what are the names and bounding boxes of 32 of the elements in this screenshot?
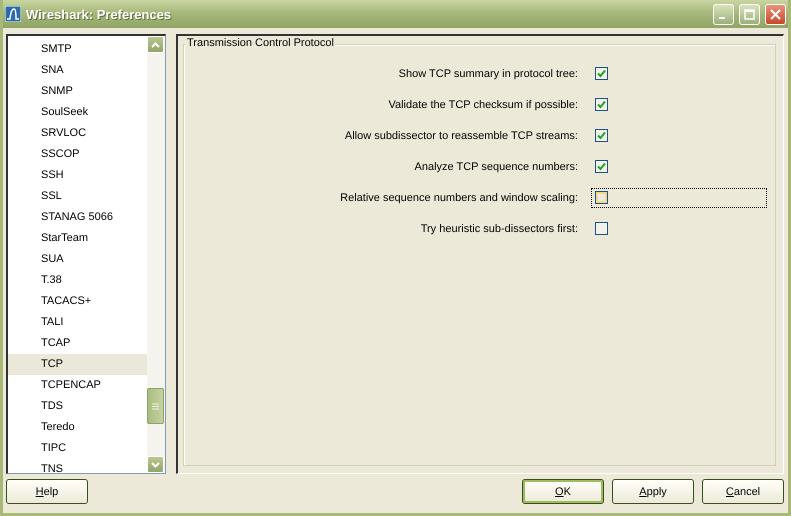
- option-label: Analyze TCP sequence numbers:: [414, 160, 578, 173]
- option-label: Try heuristic sub-dissectors first:: [420, 222, 578, 235]
- window-title: Wireshark: Preferences: [26, 6, 172, 22]
- check-icon: [597, 131, 606, 140]
- dialog-button[interactable]: OK: [522, 479, 604, 504]
- checkbox[interactable]: [595, 160, 608, 174]
- option-label: Allow subdissector to reassemble TCP streams:: [344, 130, 578, 142]
- protocol-item[interactable]: TCP: [8, 354, 147, 376]
- close-button[interactable]: [765, 4, 786, 25]
- option-label: Validate the TCP checksum if possible:: [387, 98, 578, 111]
- checkbox[interactable]: [595, 222, 608, 236]
- scroll-thumb[interactable]: [147, 388, 164, 424]
- checkbox[interactable]: [595, 67, 608, 80]
- check-icon: [597, 100, 606, 110]
- check-icon: [597, 162, 606, 172]
- check-icon: [597, 69, 606, 78]
- grip-icon: [152, 402, 159, 410]
- close-icon: [770, 8, 781, 20]
- help-button[interactable]: Help: [6, 479, 88, 504]
- option-label: Show TCP summary in protocol tree:: [398, 68, 578, 80]
- wireshark-logo-icon: [5, 6, 21, 22]
- minimize-icon: [719, 17, 725, 20]
- maximize-icon: [744, 8, 755, 20]
- group-title: Transmission Control Protocol: [186, 37, 335, 50]
- checkbox[interactable]: [595, 191, 608, 204]
- dialog-button[interactable]: Cancel: [702, 479, 784, 504]
- dialog-button[interactable]: Apply: [612, 479, 694, 504]
- checkbox[interactable]: [595, 98, 608, 112]
- option-label: Relative sequence numbers and window scaling:: [339, 192, 578, 204]
- scroll-up-button[interactable]: [147, 36, 164, 54]
- scroll-down-button[interactable]: [147, 456, 164, 474]
- checkbox[interactable]: [595, 129, 608, 142]
